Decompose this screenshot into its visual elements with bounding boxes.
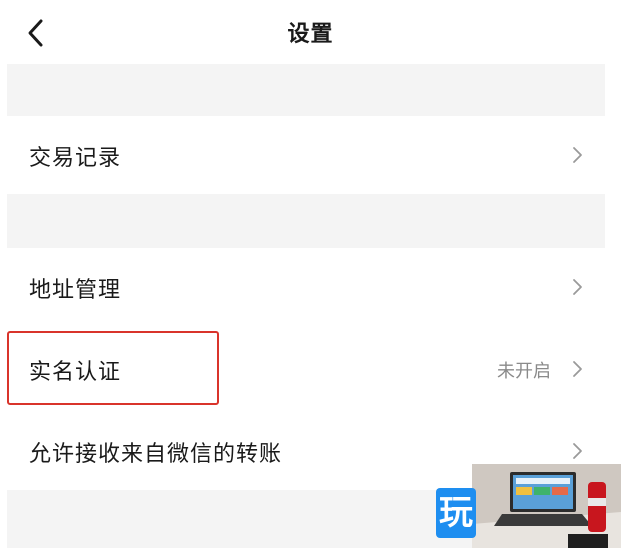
header-bar: 设置 [0,0,621,64]
row-label: 地址管理 [29,278,122,303]
laptop-thumbnail-image [472,464,621,548]
laptop-photo-icon [472,464,621,548]
chevron-right-icon [573,361,582,377]
page-title: 设置 [287,22,334,47]
chevron-right-icon [573,147,582,163]
watermark-logo: 玩 [436,488,476,538]
chevron-right-icon [573,443,582,459]
chevron-right-icon [573,279,582,295]
section-gap [7,64,605,116]
row-address-management[interactable]: 地址管理 [7,248,605,326]
section-gap [7,194,605,248]
status-value: 未开启 [497,361,551,382]
row-label: 允许接收来自微信的转账 [29,442,283,467]
row-transaction-records[interactable]: 交易记录 [7,116,605,194]
row-label: 交易记录 [29,146,122,171]
highlight-box [7,331,219,405]
